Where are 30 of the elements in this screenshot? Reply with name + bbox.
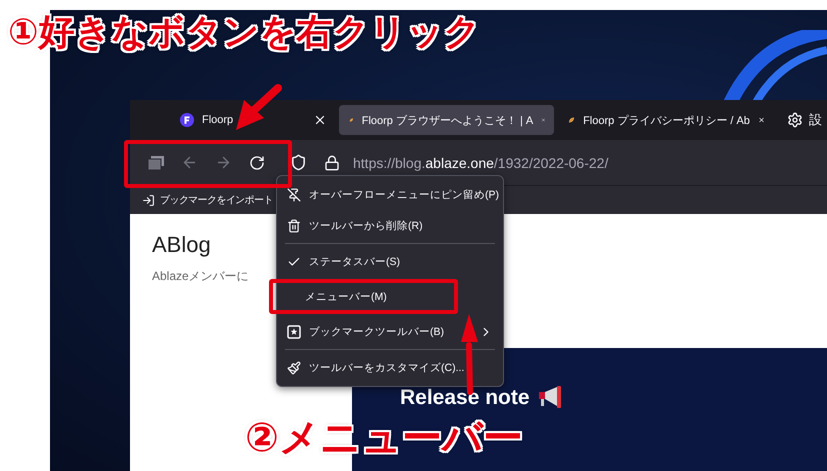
close-icon[interactable] — [313, 113, 327, 127]
windows-icon[interactable] — [148, 156, 164, 170]
settings-tab[interactable]: 設 — [777, 111, 822, 129]
menu-item[interactable]: メニューバー(M) — [273, 283, 397, 310]
lock-icon[interactable] — [324, 154, 340, 170]
trash-icon — [287, 218, 301, 232]
back-icon[interactable] — [181, 154, 198, 171]
menu-item[interactable]: ツールバーから削除(R) — [277, 212, 503, 239]
megaphone-icon — [538, 386, 562, 408]
menu-item[interactable]: ツールバーをカスタマイズ(C)... — [277, 354, 503, 381]
menu-item[interactable]: ブックマークツールバー(B) — [277, 318, 503, 345]
hero-heading: Release note — [400, 386, 530, 410]
site-tagline: Ablazeメンバーに — [152, 268, 250, 285]
forward-icon[interactable] — [215, 154, 232, 171]
menu-item[interactable]: オーバーフローメニューにピン留め(P) — [277, 181, 503, 208]
site-title: ABlog — [152, 232, 212, 258]
url-field[interactable]: https://blog.ablaze.one/1932/2022-06-22/ — [353, 154, 608, 170]
import-icon — [142, 194, 155, 206]
reload-icon[interactable] — [249, 154, 265, 170]
bookmark-item[interactable]: ブックマークをインポート — [142, 193, 273, 207]
gear-icon — [787, 112, 803, 128]
brush-icon — [287, 360, 301, 374]
unpin-icon — [287, 188, 301, 202]
browser-tab[interactable]: Floorp ブラウザーへようこそ！ | A — [339, 105, 554, 135]
star-box-icon — [287, 324, 301, 338]
pointer-arrow — [236, 84, 282, 130]
browser-tab[interactable]: Floorp プライバシーポリシー / Ab — [558, 105, 773, 135]
menu-item[interactable]: ステータスバー(S) — [277, 248, 410, 275]
logo-icon — [180, 113, 194, 127]
shield-icon[interactable] — [290, 154, 307, 171]
